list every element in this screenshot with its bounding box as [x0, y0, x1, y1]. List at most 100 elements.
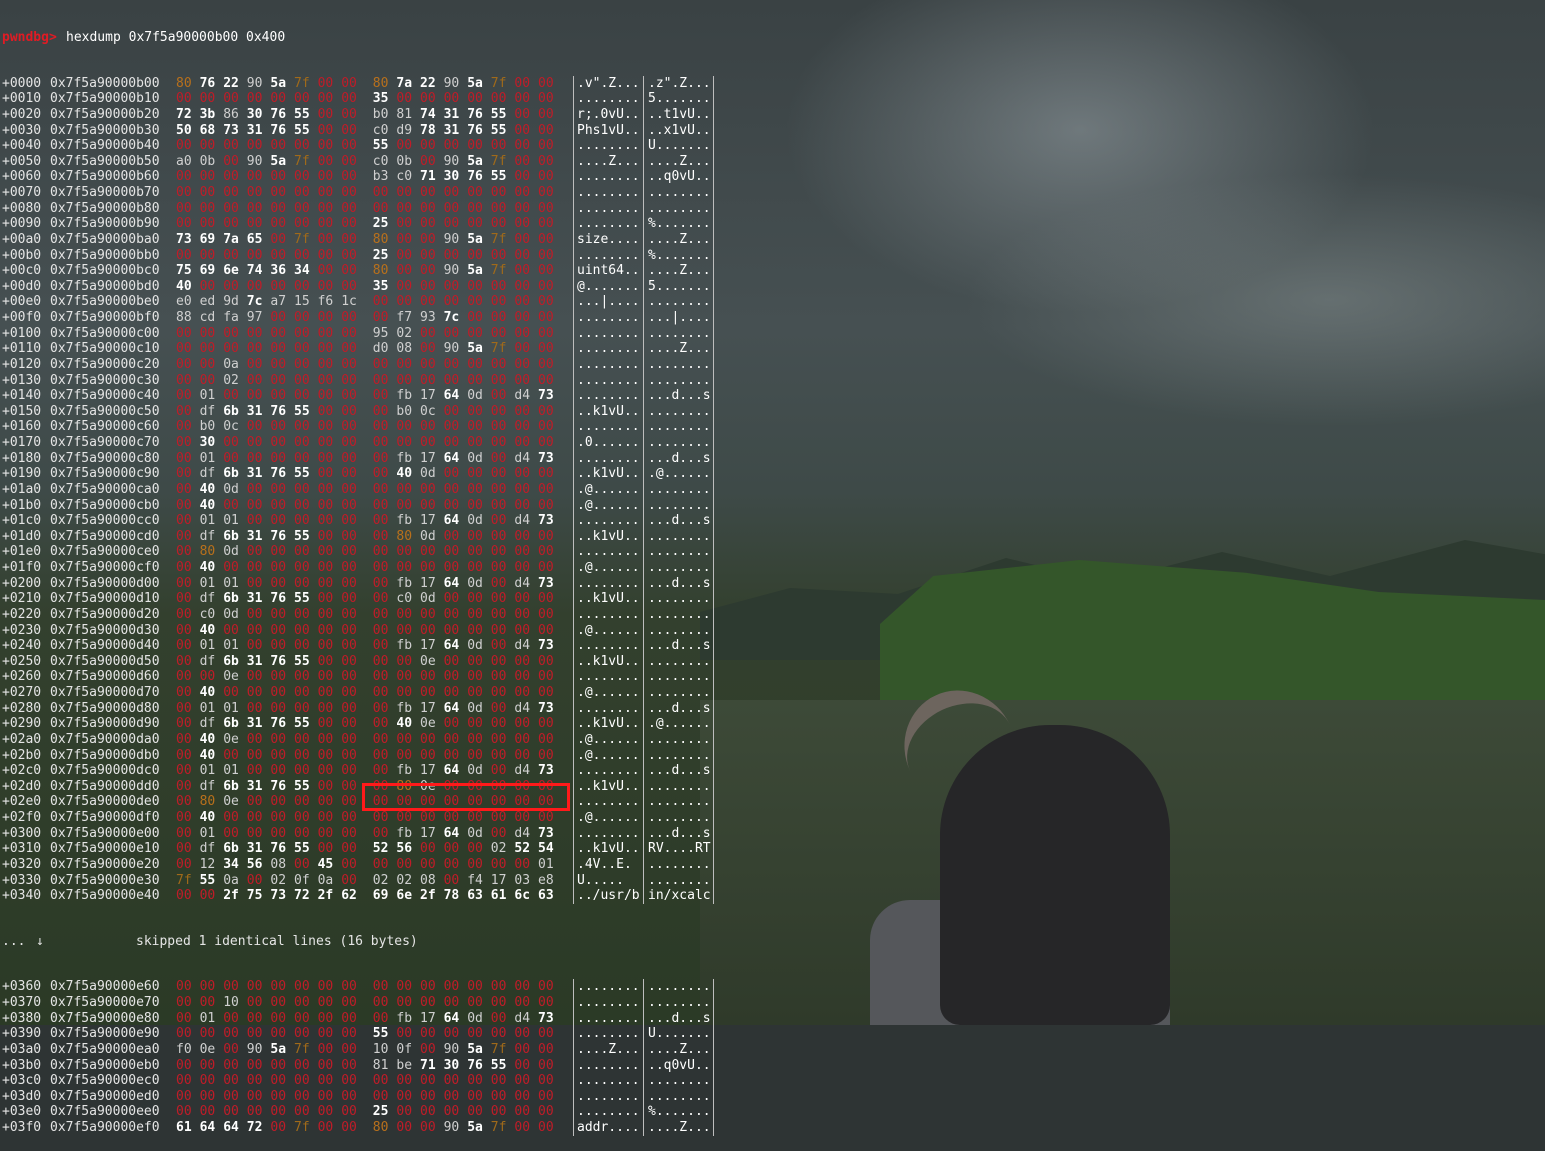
row-address: 0x7f5a90000db0 [50, 747, 160, 763]
hexdump-row: +03e0 0x7f5a90000ee0 00 00 00 00 00 00 00 00 25 00 0… [0, 1104, 714, 1120]
hex-byte: 00 [176, 856, 192, 872]
ascii-column-left: ........ [577, 200, 640, 216]
hexdump-row: +00b0 0x7f5a90000bb0 00 00 00 00 00 00 00 00 25 00 0… [0, 247, 714, 264]
hex-byte: 00 [396, 979, 413, 995]
ascii-separator [573, 794, 574, 810]
ascii-separator [573, 466, 574, 482]
hexdump-row: +0320 0x7f5a90000e20 00 12 34 56 08 00 45 00 00 00 0… [0, 856, 714, 873]
hex-byte: 00 [538, 294, 554, 310]
hex-byte: 00 [514, 497, 531, 513]
hex-byte: 64 [443, 638, 460, 654]
hex-byte: 00 [490, 716, 507, 732]
hex-byte: 7f [490, 1041, 507, 1057]
row-offset: +00a0 [2, 231, 42, 247]
hex-byte: 00 [246, 91, 263, 107]
hex-byte: 75 [246, 888, 263, 904]
hex-byte: 64 [443, 700, 460, 716]
ascii-column-right: ........ [648, 810, 711, 825]
hex-byte: 00 [443, 685, 460, 700]
ascii-column-right: ........ [648, 185, 711, 200]
hex-byte: 00 [341, 560, 357, 575]
ascii-column-left: ..k1vU.. [577, 716, 640, 732]
hex-byte: 00 [538, 685, 554, 700]
hex-byte: 00 [514, 1088, 531, 1104]
hex-byte: 00 [317, 622, 334, 638]
hex-byte: 17 [420, 638, 436, 654]
hex-byte: 90 [443, 341, 460, 357]
hex-byte: 90 [443, 1041, 460, 1057]
ascii-separator [713, 1057, 714, 1074]
hex-byte: 00 [341, 169, 357, 185]
hex-byte: 00 [223, 216, 239, 232]
hex-byte: 00 [294, 995, 310, 1010]
hex-byte: 63 [538, 888, 554, 904]
hex-byte: 80 [396, 528, 413, 544]
hexdump-row: +0180 0x7f5a90000c80 00 01 00 00 00 00 00 00 00 fb 1… [0, 450, 714, 467]
hexdump-row: +0310 0x7f5a90000e10 00 df 6b 31 76 55 00 00 52 56 0… [0, 841, 714, 857]
hex-byte: 00 [420, 231, 436, 247]
hex-byte: 00 [467, 403, 483, 419]
hex-byte: 97 [246, 310, 263, 325]
hex-byte: 90 [443, 1120, 460, 1135]
hex-byte: 00 [538, 138, 554, 154]
hex-byte: 00 [514, 75, 531, 91]
hex-byte: 55 [490, 169, 507, 185]
hex-byte: 31 [246, 716, 263, 732]
ascii-separator [713, 325, 714, 342]
hex-byte: f0 [176, 1041, 192, 1057]
hexdump-row: +0070 0x7f5a90000b70 00 00 00 00 00 00 00 00 00 00 0… [0, 185, 714, 201]
hex-byte: 00 [270, 247, 287, 263]
hex-byte: 00 [317, 544, 334, 560]
hex-byte: 00 [420, 622, 436, 638]
ascii-column-right: .@...... [648, 466, 711, 482]
hex-byte: 00 [538, 200, 554, 216]
hex-byte: 00 [490, 700, 507, 716]
row-address: 0x7f5a90000d90 [50, 716, 160, 732]
row-address: 0x7f5a90000c60 [50, 419, 160, 435]
hexdump-row: +0330 0x7f5a90000e30 7f 55 0a 00 02 0f 0a 00 02 02 0… [0, 872, 714, 889]
hex-byte: 17 [420, 825, 436, 841]
hex-byte: 00 [246, 747, 263, 763]
hex-byte: 40 [199, 560, 216, 575]
ascii-column-left: ........ [577, 700, 640, 716]
hex-byte: 00 [294, 1088, 310, 1104]
hex-byte: 78 [420, 122, 436, 138]
hex-byte: 00 [443, 91, 460, 107]
ascii-separator [643, 747, 644, 764]
hex-byte: 00 [538, 995, 554, 1010]
hex-byte: 65 [246, 231, 263, 247]
ascii-column-right: ..q0vU.. [648, 169, 711, 185]
terminal-output[interactable]: pwndbg> hexdump 0x7f5a90000b00 0x400 +00… [0, 0, 714, 1151]
hex-byte: 00 [538, 278, 554, 294]
ascii-separator [573, 841, 574, 857]
hex-byte: 00 [341, 591, 357, 607]
ascii-separator [573, 747, 574, 764]
hex-byte: 00 [538, 1041, 554, 1057]
hex-byte: 00 [176, 1104, 192, 1120]
hex-byte: 00 [514, 106, 531, 122]
hexdump-row: +0240 0x7f5a90000d40 00 01 01 00 00 00 00 00 00 fb 1… [0, 638, 714, 654]
hex-byte: 76 [270, 403, 287, 419]
ascii-column-left: ........ [577, 794, 640, 810]
ascii-column-left: ........ [577, 1073, 640, 1089]
hex-byte: 01 [199, 450, 216, 466]
hex-byte: 76 [270, 122, 287, 138]
row-offset: +00c0 [2, 263, 42, 279]
ascii-separator [573, 138, 574, 154]
hexdump-row: +01b0 0x7f5a90000cb0 00 40 00 00 00 00 00 00 00 00 0… [0, 497, 714, 514]
skip-text: skipped 1 identical lines (16 bytes) [136, 933, 418, 949]
hex-byte: 72 [294, 888, 310, 904]
hex-byte: 00 [317, 388, 334, 404]
hex-byte: d4 [514, 1010, 531, 1026]
hex-byte: 5a [270, 153, 287, 169]
row-offset: +0310 [2, 841, 42, 857]
hex-byte: 31 [246, 778, 263, 794]
ascii-separator [643, 75, 644, 92]
row-offset: +01e0 [2, 544, 42, 560]
hex-byte: 63 [467, 888, 483, 904]
hex-byte: 00 [420, 979, 436, 995]
hex-byte: 00 [443, 856, 460, 872]
hex-byte: 00 [270, 1026, 287, 1042]
ascii-separator [573, 388, 574, 404]
hex-byte: 00 [270, 513, 287, 529]
